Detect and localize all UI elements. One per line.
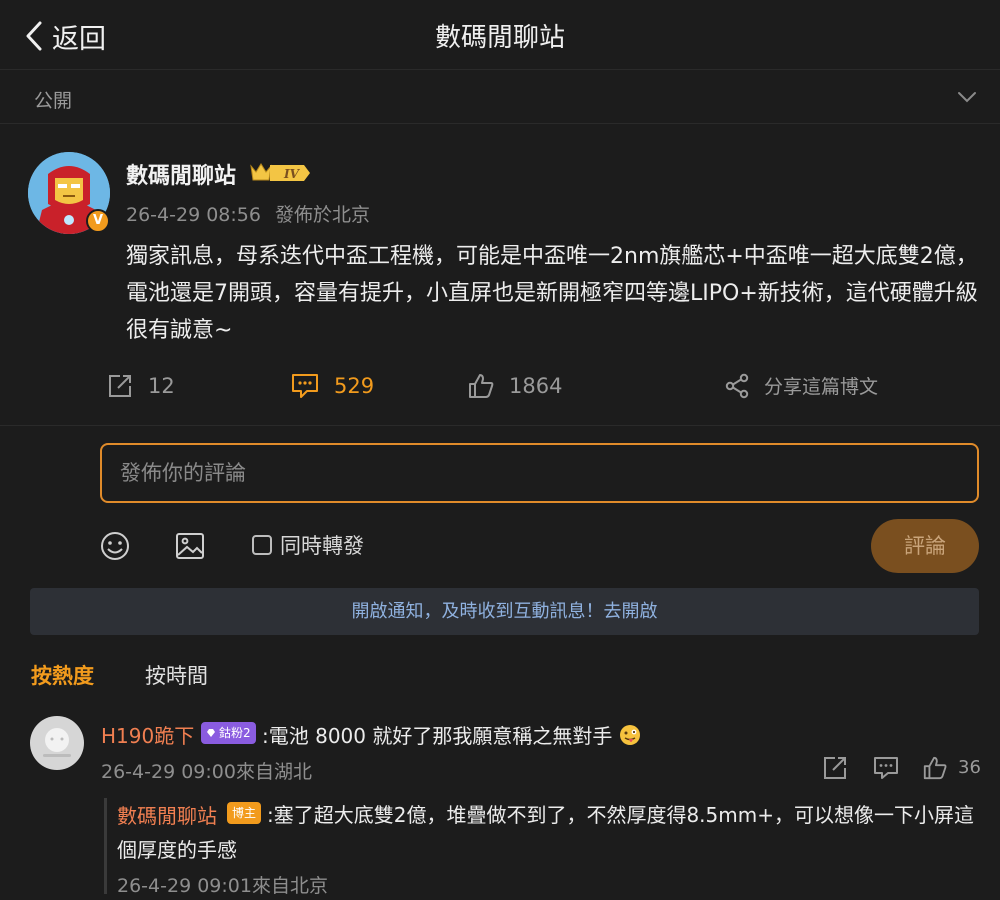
default-user-icon (43, 728, 71, 757)
comment-body: :電池 8000 就好了那我願意稱之無對手 (262, 724, 613, 748)
visibility-label: 公開 (34, 90, 73, 112)
comment-count: 529 (334, 374, 375, 398)
comment-meta: 26-4-29 09:00來自湖北 (101, 761, 312, 783)
post-author[interactable]: 數碼閒聊站 (126, 158, 236, 190)
diamond-icon (207, 729, 215, 737)
comment-like-icon[interactable] (922, 755, 948, 781)
post-action-bar: 12 529 1864 分享這篇博文 (0, 372, 1000, 418)
sort-by-hot-tab[interactable]: 按熱度 (31, 660, 94, 690)
level-badge-text: IV (283, 167, 301, 181)
thumbs-up-icon (469, 374, 494, 398)
visibility-selector[interactable]: 公開 (0, 72, 1000, 124)
verified-badge: V (86, 209, 110, 233)
crown-level-badge-icon: IV (250, 163, 310, 181)
share-button[interactable]: 分享這篇博文 (724, 372, 878, 399)
comment-text: :電池 8000 就好了那我願意稱之無對手 (262, 720, 641, 749)
page-title: 數碼閒聊站 (434, 23, 565, 53)
like-count: 1864 (509, 374, 563, 398)
sort-by-time-tab[interactable]: 按時間 (145, 660, 208, 690)
share-icon (725, 373, 749, 398)
reply-username[interactable]: 數碼閒聊站 (117, 800, 217, 829)
comment-like-count: 36 (958, 757, 981, 778)
post-source: 發佈於北京 (275, 204, 371, 226)
commenter-avatar[interactable] (30, 716, 84, 770)
post-body: 獨家訊息，母系迭代中盃工程機，可能是中盃唯一2nm旗艦芯+中盃唯一超大底雙2億，… (126, 244, 978, 343)
repost-checkbox[interactable] (252, 535, 272, 555)
chevron-down-icon (958, 92, 976, 103)
divider (0, 425, 1000, 426)
emoji-icon[interactable] (97, 528, 133, 564)
fan-level-badge: 鈷粉2 (201, 722, 256, 744)
comment-reply-icon[interactable] (872, 755, 900, 781)
comment-button[interactable]: 529 (290, 372, 374, 400)
comment-username[interactable]: H190跪下 (101, 720, 194, 749)
top-bar: 返回 數碼閒聊站 (0, 0, 1000, 70)
repost-button[interactable]: 12 (106, 372, 175, 400)
comment-repost-icon[interactable] (822, 755, 848, 781)
tongue-out-emoji-icon (619, 725, 640, 745)
share-label: 分享這篇博文 (764, 376, 879, 398)
fan-badge-label: 鈷粉2 (219, 726, 251, 740)
reply-meta: 26-4-29 09:01來自北京 (117, 875, 328, 897)
submit-comment-button[interactable]: 評論 (871, 519, 979, 573)
author-host-badge: 博主 (227, 802, 262, 824)
post-timestamp: 26-4-29 08:56 (126, 204, 261, 226)
comment-icon (292, 374, 318, 398)
image-icon[interactable] (172, 528, 208, 564)
repost-count: 12 (148, 374, 175, 398)
reply-indent-bar (104, 798, 107, 894)
like-button[interactable]: 1864 (467, 372, 562, 400)
repost-icon (109, 375, 131, 397)
notification-prompt[interactable]: 開啟通知，及時收到互動訊息！去開啟 (30, 588, 979, 635)
comment-input[interactable] (100, 443, 979, 503)
repost-toggle-label: 同時轉發 (280, 534, 364, 558)
post-meta: 26-4-29 08:56 發佈於北京 (126, 200, 370, 227)
repost-toggle[interactable]: 同時轉發 (252, 530, 364, 560)
